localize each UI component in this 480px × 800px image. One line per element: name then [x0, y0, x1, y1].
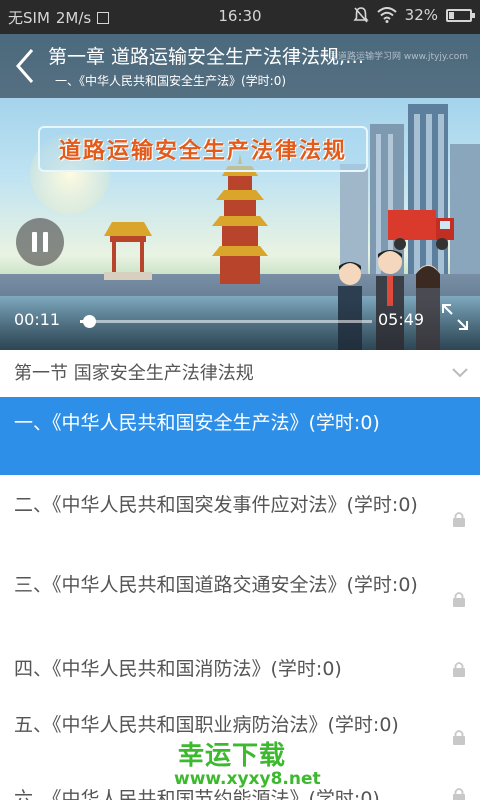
download-site-watermark: 幸运下载 www.xyxy8.net: [150, 735, 350, 795]
lock-icon: [453, 512, 465, 527]
pause-icon-bar-right: [43, 232, 48, 252]
section-header[interactable]: 第一节 国家安全生产法律法规: [0, 350, 480, 394]
lesson-label: 二、《中华人民共和国突发事件应对法》(学时:0): [14, 494, 418, 516]
video-watermark: 中国道路运输学习网 www.jtyjy.com: [320, 52, 468, 62]
lock-icon: [453, 788, 465, 800]
mute-icon: [353, 7, 369, 23]
video-header: 第一章 道路运输安全生产法律法规,… 一、《中华人民共和国安全生产法》(学时:0…: [0, 34, 480, 98]
seek-thumb[interactable]: [83, 315, 97, 328]
lesson-label: 三、《中华人民共和国道路交通安全法》(学时:0): [14, 574, 418, 596]
lock-icon: [453, 592, 465, 607]
lesson-item[interactable]: 四、《中华人民共和国消防法》(学时:0): [0, 635, 480, 699]
lock-icon: [453, 730, 465, 745]
watermark-title: 幸运下载: [178, 741, 287, 771]
banner-title: 道路运输安全生产法律法规: [58, 139, 347, 164]
pause-button[interactable]: [16, 218, 64, 266]
current-time: 00:11: [14, 310, 61, 329]
video-player[interactable]: 道路运输安全生产法律法规 第一章 道路运输安全生产法律法规,… 一、《中华人民共…: [0, 34, 480, 350]
battery-percent: 32%: [404, 6, 438, 24]
pavilion-illustration: [104, 222, 152, 280]
video-banner: 道路运输安全生产法律法规: [38, 126, 368, 172]
total-time: 05:49: [378, 310, 425, 329]
seek-bar[interactable]: [80, 315, 372, 328]
lesson-label: 一、《中华人民共和国安全生产法》(学时:0): [14, 412, 380, 434]
lesson-item[interactable]: 三、《中华人民共和国道路交通安全法》(学时:0): [0, 555, 480, 635]
back-arrow-icon: [16, 49, 34, 83]
playback-controls: 00:11 05:49: [0, 298, 480, 350]
watermark-url: www.xyxy8.net: [174, 769, 321, 789]
battery-icon: [446, 8, 475, 22]
battery-fill: [449, 11, 455, 19]
back-button[interactable]: [10, 44, 40, 88]
video-subtitle: 一、《中华人民共和国安全生产法》(学时:0): [55, 74, 287, 88]
fullscreen-icon[interactable]: [440, 302, 470, 332]
wifi-icon: [376, 7, 397, 23]
section-title: 第一节 国家安全生产法律法规: [14, 363, 254, 384]
lesson-label: 四、《中华人民共和国消防法》(学时:0): [14, 658, 342, 680]
pause-icon-bar-left: [32, 232, 37, 252]
chevron-down-icon[interactable]: [450, 362, 470, 382]
lesson-item[interactable]: 二、《中华人民共和国突发事件应对法》(学时:0): [0, 475, 480, 555]
lock-icon: [453, 662, 465, 677]
status-bar: 无SIM 2M/s 16:30 32%: [0, 0, 480, 34]
yellow-crane-tower-illustration: [212, 154, 268, 284]
lesson-item-active[interactable]: 一、《中华人民共和国安全生产法》(学时:0): [0, 397, 480, 475]
